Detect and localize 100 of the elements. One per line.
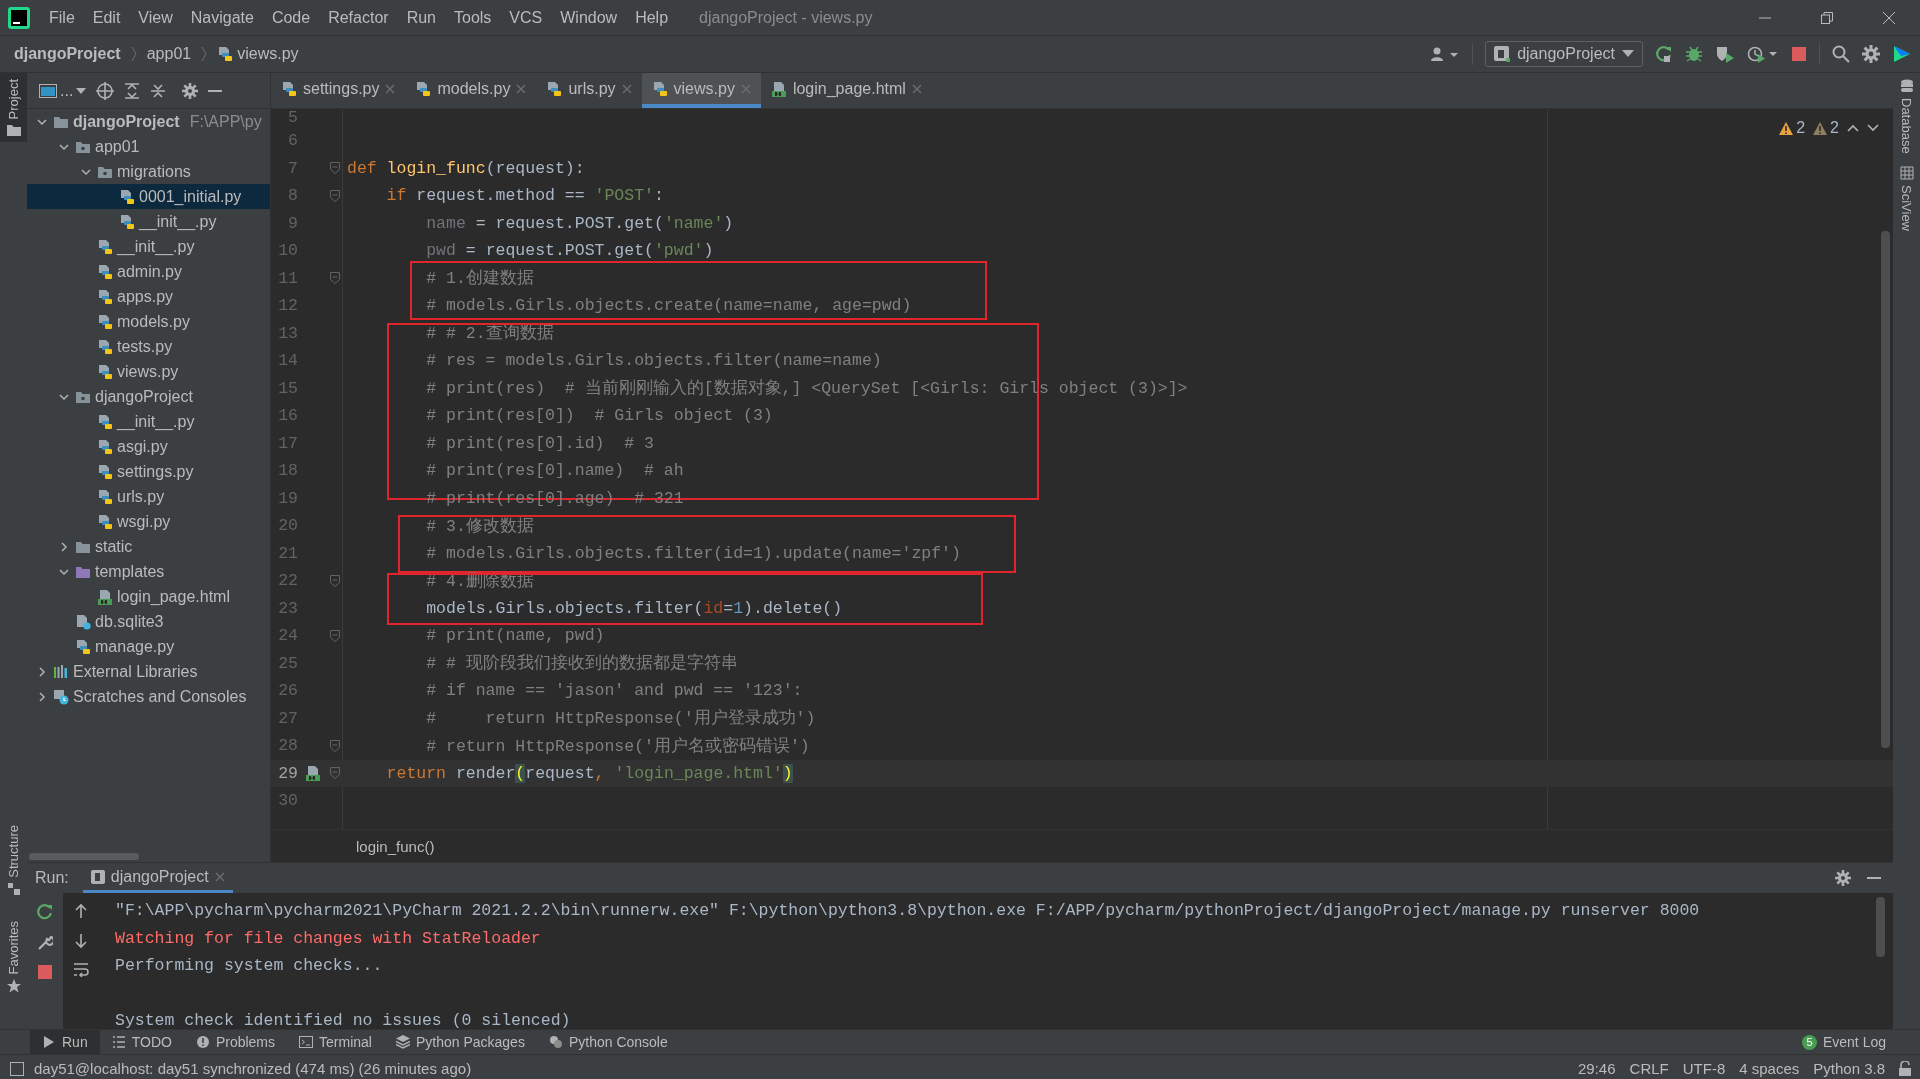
- breadcrumb-item[interactable]: app01: [146, 45, 192, 63]
- tool-window-tab[interactable]: Problems: [183, 1030, 288, 1054]
- line-number: 5: [287, 109, 298, 127]
- tree-item[interactable]: tests.py: [27, 334, 270, 359]
- rerun-icon[interactable]: [1655, 45, 1673, 63]
- tree-item[interactable]: __init__.py: [27, 234, 270, 259]
- tree-item[interactable]: admin.py: [27, 259, 270, 284]
- tree-item[interactable]: views.py: [27, 359, 270, 384]
- tool-window-tab[interactable]: Database: [1893, 73, 1920, 160]
- menu-item[interactable]: Window: [551, 8, 627, 27]
- tree-item[interactable]: urls.py: [27, 484, 270, 509]
- tree-item[interactable]: __init__.py: [27, 209, 270, 234]
- tool-window-tab[interactable]: Python Packages: [383, 1030, 537, 1054]
- scrollbar-thumb[interactable]: [1881, 231, 1890, 748]
- menu-item[interactable]: Navigate: [181, 8, 263, 27]
- wrench-icon[interactable]: [37, 935, 53, 951]
- weak-warnings-indicator[interactable]: 2: [1813, 119, 1839, 137]
- chevron-up-icon[interactable]: [1847, 124, 1859, 132]
- editor-tab[interactable]: login_page.html: [760, 73, 932, 108]
- menu-item[interactable]: Help: [626, 8, 678, 27]
- restore-icon[interactable]: [1821, 11, 1833, 24]
- menu-item[interactable]: File: [40, 8, 84, 27]
- settings-icon[interactable]: [182, 82, 199, 99]
- tree-item[interactable]: asgi.py: [27, 434, 270, 459]
- settings-icon[interactable]: [1835, 870, 1851, 886]
- tree-item[interactable]: 0001_initial.py: [27, 184, 270, 209]
- menu-item[interactable]: Tools: [445, 8, 501, 27]
- status-item[interactable]: 29:46: [1571, 1060, 1623, 1077]
- search-icon[interactable]: [1832, 45, 1850, 63]
- breadcrumb-item[interactable]: login_func(): [356, 837, 435, 855]
- editor-tab[interactable]: urls.py: [536, 73, 642, 108]
- tool-window-tab[interactable]: Favorites: [0, 914, 27, 999]
- event-log-button[interactable]: 5 Event Log: [1789, 1030, 1898, 1054]
- menu-item[interactable]: View: [129, 8, 182, 27]
- chevron-right-icon[interactable]: [58, 540, 70, 553]
- tree-item[interactable]: settings.py: [27, 459, 270, 484]
- coverage-icon[interactable]: [1715, 45, 1735, 63]
- tool-window-tab[interactable]: SciView: [1893, 159, 1920, 237]
- chevron-down-icon[interactable]: [1867, 124, 1879, 132]
- status-item[interactable]: 4 spaces: [1732, 1060, 1807, 1077]
- chevron-right-icon[interactable]: [36, 690, 48, 703]
- tree-item[interactable]: wsgi.py: [27, 509, 270, 534]
- status-item[interactable]: UTF-8: [1675, 1060, 1733, 1077]
- panel-toggle-icon[interactable]: [10, 1061, 24, 1076]
- tree-item[interactable]: __init__.py: [27, 409, 270, 434]
- breadcrumb-item[interactable]: views.py: [237, 45, 299, 63]
- soft-wrap-icon[interactable]: [73, 963, 89, 977]
- tree-item[interactable]: static: [27, 534, 270, 559]
- tool-window-tab[interactable]: Project: [0, 73, 27, 143]
- menu-item[interactable]: Edit: [83, 8, 130, 27]
- tree-item[interactable]: migrations: [27, 159, 270, 184]
- breadcrumb-item[interactable]: djangoProject: [14, 45, 121, 63]
- tree-item[interactable]: manage.py: [27, 634, 270, 659]
- tree-item[interactable]: apps.py: [27, 284, 270, 309]
- editor-tab[interactable]: views.py: [641, 73, 761, 108]
- locate-icon[interactable]: [96, 81, 115, 100]
- tree-item[interactable]: templates: [27, 559, 270, 584]
- tree-item[interactable]: External Libraries: [27, 659, 270, 684]
- bug-icon[interactable]: [1685, 45, 1703, 63]
- run-configuration-dropdown[interactable]: djangoProject: [1485, 41, 1643, 67]
- status-item[interactable]: CRLF: [1622, 1060, 1676, 1077]
- editor-tab[interactable]: models.py: [405, 73, 537, 108]
- tree-item[interactable]: djangoProject: [27, 384, 270, 409]
- lock-icon[interactable]: [1898, 1060, 1912, 1077]
- settings-icon[interactable]: [1862, 45, 1880, 63]
- editor-tab[interactable]: settings.py: [271, 73, 406, 108]
- toolbox-logo-icon[interactable]: [1892, 44, 1912, 64]
- rerun-icon[interactable]: [36, 903, 54, 921]
- tree-item[interactable]: db.sqlite3: [27, 609, 270, 634]
- tree-item[interactable]: models.py: [27, 309, 270, 334]
- tool-window-tab[interactable]: Python Console: [536, 1030, 680, 1054]
- arrow-down-icon[interactable]: [74, 933, 88, 949]
- close-icon[interactable]: [1883, 11, 1895, 24]
- status-item[interactable]: Python 3.8: [1806, 1060, 1892, 1077]
- chevron-right-icon[interactable]: [36, 665, 48, 678]
- scrollbar-thumb[interactable]: [29, 852, 139, 860]
- scrollbar-thumb[interactable]: [1876, 897, 1885, 957]
- collapse-all-icon[interactable]: [150, 82, 167, 99]
- project-view-selector[interactable]: ...: [39, 81, 87, 100]
- arrow-up-icon[interactable]: [74, 903, 88, 919]
- tree-item[interactable]: login_page.html: [27, 584, 270, 609]
- tool-window-tab[interactable]: TODO: [99, 1030, 184, 1054]
- tool-window-tab[interactable]: Structure: [0, 818, 27, 901]
- run-configuration-tab[interactable]: djangoProject: [82, 863, 233, 893]
- menu-item[interactable]: Refactor: [319, 8, 398, 27]
- tree-item[interactable]: djangoProject F:\APP\py: [27, 109, 270, 134]
- menu-item[interactable]: VCS: [500, 8, 552, 27]
- stop-icon[interactable]: [1791, 46, 1807, 62]
- tool-window-tab[interactable]: Run: [30, 1030, 100, 1054]
- tree-item[interactable]: app01: [27, 134, 270, 159]
- window-title: djangoProject - views.py: [699, 8, 873, 27]
- user-icon[interactable]: [1430, 46, 1461, 62]
- tree-item[interactable]: Scratches and Consoles: [27, 684, 270, 709]
- tool-window-tab[interactable]: Terminal: [287, 1030, 384, 1054]
- profiler-icon[interactable]: [1747, 45, 1779, 63]
- warnings-indicator[interactable]: 2: [1779, 119, 1806, 137]
- menu-item[interactable]: Run: [397, 8, 445, 27]
- menu-item[interactable]: Code: [262, 8, 320, 27]
- expand-all-icon[interactable]: [124, 82, 141, 99]
- separator-icon: [130, 46, 137, 62]
